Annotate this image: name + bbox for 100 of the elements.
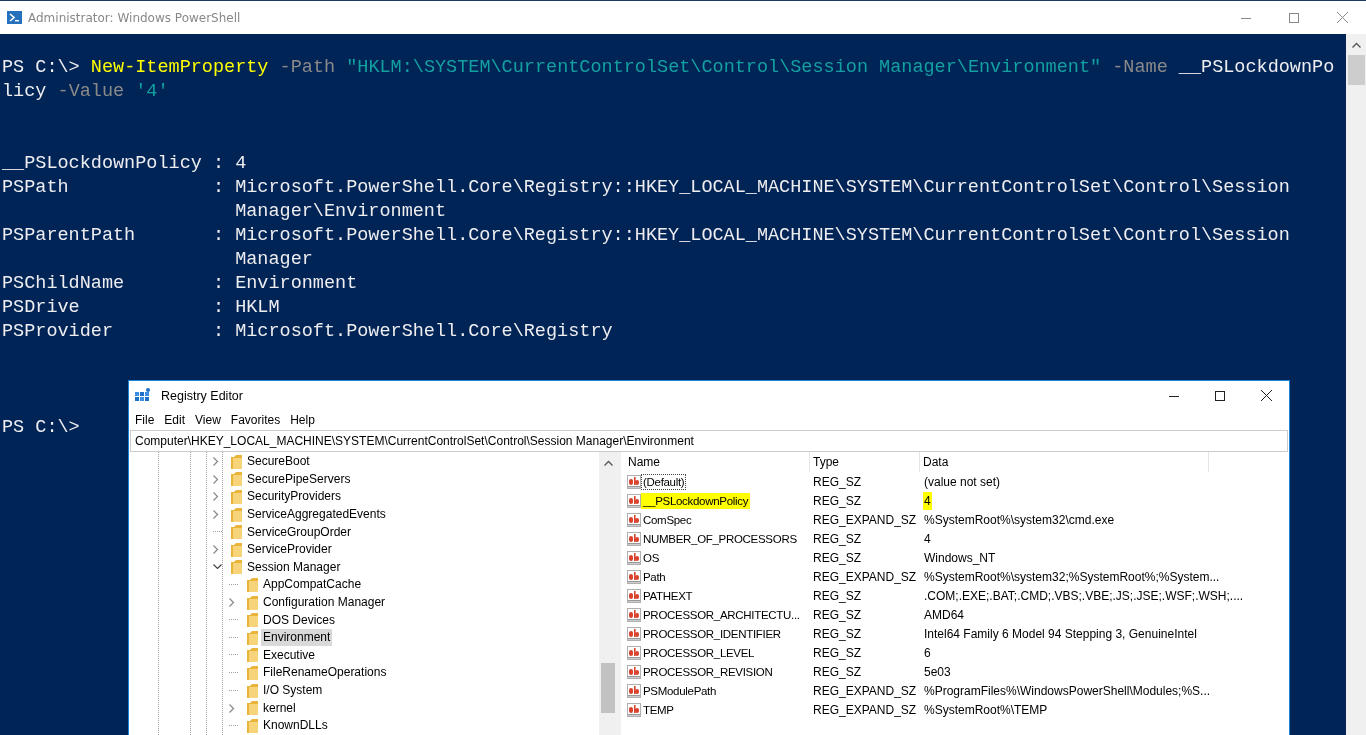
folder-icon — [247, 577, 258, 592]
value-data: %ProgramFiles%\WindowsPowerShell\Modules;%S... — [923, 682, 1212, 700]
string-value-icon — [627, 474, 641, 489]
tree-item[interactable]: kernel — [261, 699, 298, 717]
property-value: 4 — [235, 152, 247, 176]
string-value-icon — [627, 550, 641, 565]
string-value-icon — [627, 512, 641, 527]
scroll-up-icon[interactable] — [1351, 42, 1361, 48]
value-data: 4 — [923, 491, 932, 510]
value-data: %SystemRoot%\system32;%SystemRoot%;%System... — [923, 568, 1221, 586]
value-type: REG_EXPAND_SZ — [812, 569, 918, 584]
property-separator: : — [212, 177, 225, 198]
value-type: REG_SZ — [812, 607, 862, 622]
string-value-icon — [627, 702, 641, 717]
value-data: .COM;.EXE;.BAT;.CMD;.VBS;.VBE;.JS;.JSE;.WSF;.WSH;.... — [923, 587, 1245, 605]
tree-item[interactable]: ServiceAggregatedEvents — [245, 506, 388, 524]
terminal-icon — [7, 11, 22, 24]
value-data: 4 — [923, 530, 932, 548]
property-value: Manager — [235, 248, 314, 272]
value-type: REG_EXPAND_SZ — [812, 683, 918, 698]
value-name[interactable]: PROCESSOR_REVISION — [641, 663, 775, 680]
value-name[interactable]: __PSLockdownPolicy — [641, 492, 751, 509]
property-value: Environment — [235, 272, 358, 296]
column-header[interactable]: Name — [625, 452, 810, 472]
tree-item[interactable]: DOS Devices — [261, 611, 338, 629]
value-name[interactable]: NUMBER_OF_PROCESSORS — [641, 530, 799, 547]
folder-icon — [247, 701, 258, 716]
tree-item[interactable]: ServiceProvider — [245, 541, 334, 559]
collapse-chevron-icon[interactable] — [213, 564, 222, 571]
value-name[interactable]: PSModulePath — [641, 682, 719, 699]
tree-item[interactable]: Executive — [261, 646, 318, 664]
value-data: 6 — [923, 644, 932, 662]
tree-item[interactable]: Environment — [261, 629, 333, 647]
value-name[interactable]: PROCESSOR_IDENTIFIER — [641, 625, 783, 642]
menu-item[interactable]: File — [130, 413, 160, 427]
folder-icon — [247, 718, 258, 733]
tree-item[interactable]: KnownDLLs — [261, 717, 330, 735]
tree-item[interactable]: FileRenameOperations — [261, 664, 389, 682]
tree-item[interactable]: SecureBoot — [245, 453, 312, 471]
value-name[interactable]: PROCESSOR_LEVEL — [641, 644, 757, 661]
value-type: REG_SZ — [812, 550, 862, 565]
close-icon — [1336, 12, 1348, 23]
property-value: Microsoft.PowerShell.Core\Registry::HKEY_LOCAL_MACHINE\SYSTEM\CurrentControlSet\Control\Session — [235, 176, 1290, 200]
property-value: HKLM — [235, 296, 280, 320]
command-line: licy -Value '4' — [2, 80, 170, 104]
scrollbar-thumb[interactable] — [1347, 55, 1365, 85]
property-value: Manager\Environment — [235, 200, 448, 224]
folder-icon — [231, 525, 242, 540]
string-value-icon — [627, 531, 641, 546]
menu-item[interactable]: Edit — [159, 413, 191, 427]
scroll-up-icon[interactable] — [603, 460, 613, 466]
menu-item[interactable]: Help — [285, 413, 320, 427]
folder-icon — [247, 613, 258, 628]
folder-icon — [231, 560, 242, 575]
value-name[interactable]: OS — [641, 549, 661, 566]
column-header[interactable]: Type — [810, 452, 920, 472]
menu-item[interactable]: View — [190, 413, 226, 427]
value-name[interactable]: PATHEXT — [641, 587, 695, 604]
string-value-icon — [627, 569, 641, 584]
value-type: REG_SZ — [812, 588, 862, 603]
folder-icon — [247, 648, 258, 663]
tree-item[interactable]: ServiceGroupOrder — [245, 523, 354, 541]
value-type: REG_SZ — [812, 531, 862, 546]
tree-item[interactable]: SecurePipeServers — [245, 470, 353, 488]
folder-icon — [247, 595, 258, 610]
command-line: PS C:\> New-ItemProperty -Path "HKLM:\SYSTEM\CurrentControlSet\Control\Session Manager\Environment" -Name __PSLockdownPo — [2, 56, 1336, 80]
folder-icon — [231, 542, 242, 557]
tree-item[interactable]: AppCompatCache — [261, 576, 364, 594]
tree-item[interactable]: I/O System — [261, 682, 325, 699]
string-value-icon — [627, 588, 641, 603]
value-name[interactable]: PROCESSOR_ARCHITECTU... — [641, 606, 802, 623]
value-data: %SystemRoot%\TEMP — [923, 701, 1049, 719]
value-type: REG_EXPAND_SZ — [812, 512, 918, 527]
tree-item[interactable]: SecurityProviders — [245, 488, 344, 506]
property-name: PSChildName — [2, 272, 126, 296]
window-title: Administrator: Windows PowerShell — [28, 10, 241, 25]
value-data: 5e03 — [923, 663, 952, 681]
scrollbar-thumb[interactable] — [601, 663, 615, 713]
string-value-icon — [627, 645, 641, 660]
string-value-icon — [627, 664, 641, 679]
value-name[interactable]: TEMP — [641, 701, 676, 718]
menu-item[interactable]: Favorites — [225, 413, 286, 427]
value-data: (value not set) — [923, 473, 1002, 491]
value-data: Windows_NT — [923, 549, 997, 567]
maximize-icon — [1289, 12, 1299, 23]
value-type: REG_SZ — [812, 493, 862, 508]
value-name[interactable]: ComSpec — [641, 511, 694, 528]
close-icon — [1260, 390, 1272, 401]
property-separator: : — [212, 273, 225, 294]
string-value-icon — [627, 626, 641, 641]
value-type: REG_SZ — [812, 645, 862, 660]
tree-item[interactable]: Configuration Manager — [261, 594, 388, 612]
folder-icon — [231, 507, 242, 522]
column-header[interactable]: Data — [920, 452, 1209, 472]
address-field[interactable]: Computer\HKEY_LOCAL_MACHINE\SYSTEM\CurrentControlSet\Control\Session Manager\Environment — [130, 430, 1288, 452]
value-name[interactable]: Path — [641, 568, 668, 585]
folder-icon — [247, 630, 258, 645]
value-name[interactable]: (Default) — [641, 473, 687, 490]
tree-item[interactable]: Session Manager — [245, 558, 343, 576]
value-type: REG_SZ — [812, 474, 862, 489]
